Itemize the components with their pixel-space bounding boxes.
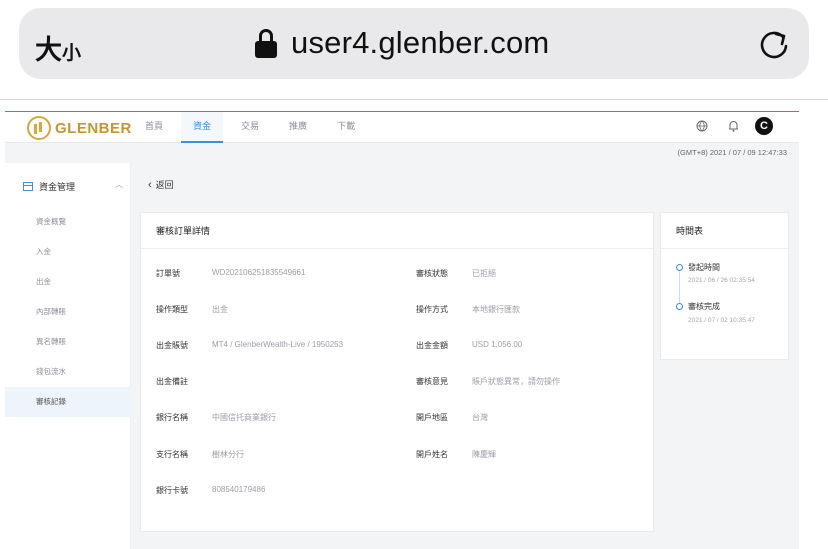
sidebar: 資金管理 ︿ 資金概覽 入金 出金 內部轉賬 異名轉賬 錢包流水 審核記錄	[5, 163, 131, 549]
sidebar-item-internal-transfer[interactable]: 內部轉賬	[5, 297, 131, 327]
field-value: 中國信托商業銀行	[212, 413, 276, 422]
server-time: (GMT+8) 2021 / 07 / 09 12:47:33	[677, 148, 787, 157]
user-avatar[interactable]: C	[755, 117, 773, 135]
sidebar-group-label: 資金管理	[39, 182, 76, 192]
lock-icon	[255, 28, 277, 58]
timeline-event-time: 2021 / 07 / 02 10:35:47	[688, 317, 755, 324]
nav-trading[interactable]: 交易	[229, 112, 271, 143]
text-size-large: 大	[35, 35, 62, 65]
sidebar-item-fund-overview[interactable]: 資金概覽	[5, 207, 131, 237]
back-label: 返回	[155, 180, 174, 190]
text-size-small: 小	[62, 43, 82, 64]
address-bar[interactable]: 大小 user4.glenber.com	[19, 8, 809, 79]
timeline-line	[679, 267, 680, 307]
field-label: 支行名稱	[156, 450, 188, 459]
reload-icon[interactable]	[757, 27, 791, 61]
sidebar-item-review-records[interactable]: 審核記錄	[5, 387, 131, 417]
field-label: 操作方式	[416, 305, 448, 314]
nav-home[interactable]: 首頁	[133, 112, 175, 143]
nav-promotion[interactable]: 推廣	[277, 112, 319, 143]
sidebar-group-fund-management[interactable]: 資金管理 ︿	[23, 180, 123, 193]
sidebar-item-wallet-flow[interactable]: 錢包流水	[5, 357, 131, 387]
back-arrow-icon: ‹	[148, 178, 152, 191]
url-display[interactable]: user4.glenber.com	[255, 25, 550, 60]
field-label: 出金金額	[416, 341, 448, 350]
field-value: 本地銀行匯款	[472, 305, 520, 314]
field-value: WD202106251835549661	[212, 268, 306, 277]
timeline-event-time: 2021 / 06 / 26 02:35:54	[688, 277, 755, 284]
logo-text: GLENBER	[55, 119, 132, 137]
field-label: 訂單號	[156, 269, 180, 278]
sidebar-list: 資金概覽 入金 出金 內部轉賬 異名轉賬 錢包流水 審核記錄	[5, 207, 131, 417]
field-label: 出金賬號	[156, 341, 188, 350]
field-value: 賬戶狀態異常，請勿操作	[472, 377, 560, 386]
field-label: 審核狀態	[416, 269, 448, 278]
notification-bell-icon[interactable]	[728, 120, 739, 132]
sidebar-item-third-party-transfer[interactable]: 異名轉賬	[5, 327, 131, 357]
wallet-icon	[23, 182, 33, 191]
field-label: 審核意見	[416, 377, 448, 386]
field-label: 出金備註	[156, 377, 188, 386]
url-text: user4.glenber.com	[291, 25, 550, 60]
language-globe-icon[interactable]	[696, 120, 708, 132]
field-value: USD 1,056.00	[472, 340, 523, 349]
glenber-logo[interactable]: GLENBER	[27, 115, 132, 141]
field-label: 操作類型	[156, 305, 188, 314]
sidebar-item-withdraw[interactable]: 出金	[5, 267, 131, 297]
back-button[interactable]: ‹ 返回	[148, 178, 174, 191]
field-label: 銀行名稱	[156, 413, 188, 422]
field-value: 已拒絕	[472, 269, 496, 278]
field-value: 出金	[212, 305, 228, 314]
field-value: 陳慶輝	[472, 450, 496, 459]
nav-download[interactable]: 下載	[325, 112, 367, 143]
field-value: 808540179486	[212, 485, 266, 494]
field-value: 台灣	[472, 413, 488, 422]
text-size-button[interactable]: 大小	[35, 28, 81, 67]
browser-chrome: 大小 user4.glenber.com	[0, 0, 828, 100]
timeline-event-label: 審核完成	[688, 302, 720, 311]
field-label: 銀行卡號	[156, 486, 188, 495]
top-navigation: GLENBER 首頁 資金 交易 推廣 下載 C	[5, 111, 799, 143]
order-detail-card: 審核訂單詳情 訂單號 WD202106251835549661 審核狀態 已拒絕…	[140, 212, 654, 532]
timeline-dot	[676, 264, 683, 271]
sidebar-item-deposit[interactable]: 入金	[5, 237, 131, 267]
main-nav: 首頁 資金 交易 推廣 下載	[133, 112, 373, 143]
chevron-up-icon: ︿	[115, 180, 123, 189]
field-value: MT4 / GlenberWealth-Live / 1950253	[212, 340, 344, 349]
timeline-card: 時間表 發起時間 2021 / 06 / 26 02:35:54 審核完成 20…	[660, 212, 789, 360]
card-title: 審核訂單詳情	[141, 213, 653, 249]
timeline-event-label: 發起時間	[688, 263, 720, 272]
field-value: 樹林分行	[212, 450, 244, 459]
timeline-title: 時間表	[661, 213, 788, 249]
timeline-dot	[676, 303, 683, 310]
nav-funds[interactable]: 資金	[181, 112, 224, 143]
web-page: GLENBER 首頁 資金 交易 推廣 下載 C (GMT+8) 2021 / …	[5, 111, 799, 549]
field-label: 開戶姓名	[416, 450, 448, 459]
logo-mark-icon	[27, 116, 51, 140]
field-label: 開戶地區	[416, 413, 448, 422]
nav-right-tools: C	[696, 117, 773, 135]
